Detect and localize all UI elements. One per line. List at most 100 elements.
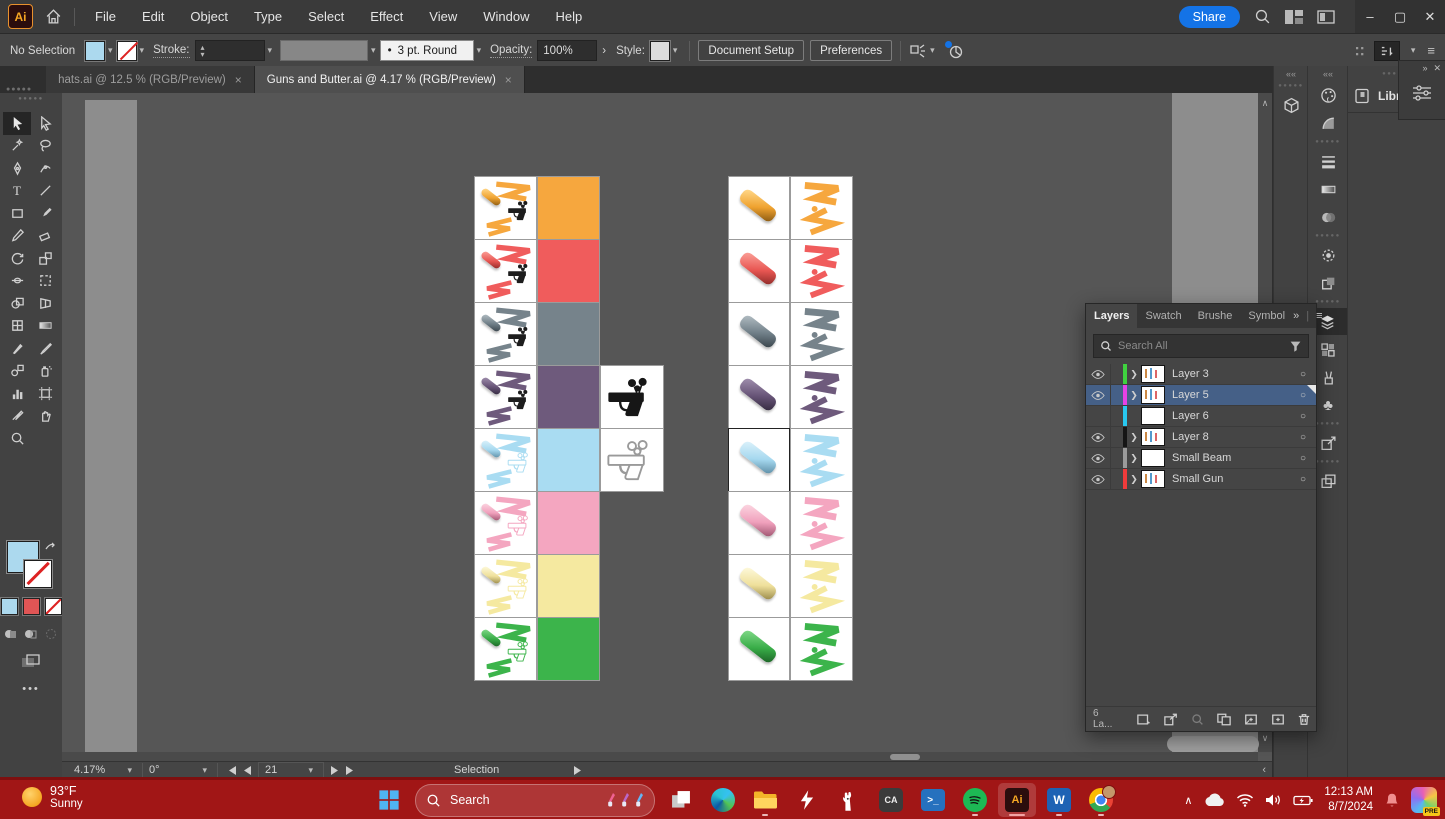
butter-stick[interactable]: [738, 313, 779, 349]
zoom-tool[interactable]: [3, 427, 31, 450]
style-swatch[interactable]: [650, 41, 670, 61]
free-transform-tool[interactable]: [31, 270, 59, 293]
panel-tab-brushe[interactable]: Brushe: [1190, 304, 1241, 328]
rectangle-tool[interactable]: [3, 202, 31, 225]
magic-wand-tool[interactable]: [3, 135, 31, 158]
taskbar-app-llama[interactable]: [830, 783, 868, 817]
copilot-icon[interactable]: PRE: [1411, 787, 1437, 813]
width-profile-dropdown[interactable]: [280, 40, 368, 61]
layer-name[interactable]: Layer 8: [1172, 431, 1290, 443]
menu-help[interactable]: Help: [555, 9, 582, 24]
taskbar-clock[interactable]: 12:13 AM8/7/2024: [1324, 785, 1373, 815]
brush-definition-dropdown[interactable]: • 3 pt. Round: [380, 40, 474, 61]
taskbar-app-dark-app[interactable]: CA: [872, 783, 910, 817]
lock-toggle[interactable]: [1110, 469, 1123, 489]
width-tool[interactable]: [3, 270, 31, 293]
artboard-cell-art-light-blue[interactable]: [474, 428, 537, 492]
taskbar-app-task-view[interactable]: [662, 783, 700, 817]
properties-icon[interactable]: [1399, 76, 1445, 102]
dock-stroke[interactable]: [1308, 148, 1348, 175]
artboard-cell-art-pale-yellow[interactable]: [474, 554, 537, 618]
layer-name[interactable]: Small Gun: [1172, 473, 1290, 485]
opacity-more-icon[interactable]: ›: [602, 45, 606, 57]
zigzag-cell-pale-yellow[interactable]: [790, 554, 853, 618]
lock-toggle[interactable]: [1110, 385, 1123, 405]
stroke-weight-field[interactable]: ▴▾: [195, 40, 265, 61]
close-tab-icon[interactable]: ×: [505, 73, 512, 87]
zigzag-cell-light-blue[interactable]: [790, 428, 853, 492]
pasteboard-object[interactable]: [85, 100, 137, 752]
canvas[interactable]: [62, 93, 1258, 752]
artboard-tool[interactable]: [31, 382, 59, 405]
document-tab-1[interactable]: Guns and Butter.ai @ 4.17 % (RGB/Preview…: [255, 66, 525, 93]
artboard-cell-swatch-light-blue[interactable]: [537, 428, 600, 492]
layer-row-layer-3[interactable]: ❯Layer 3○: [1086, 364, 1316, 385]
collapse-dock-icon[interactable]: ««: [1308, 66, 1348, 82]
panel-menu-icon[interactable]: ≡: [1316, 310, 1322, 322]
document-setup-button[interactable]: Document Setup: [698, 40, 804, 61]
butter-stick[interactable]: [738, 502, 779, 538]
battery-icon[interactable]: [1293, 794, 1313, 807]
wifi-icon[interactable]: [1236, 793, 1254, 807]
artboard-cell-swatch-pink[interactable]: [537, 491, 600, 555]
tray-onedrive[interactable]: [1203, 793, 1225, 807]
status-collapse-icon[interactable]: ‹: [1262, 764, 1266, 776]
taskbar-app-edge[interactable]: [704, 783, 742, 817]
butter-stick[interactable]: [738, 376, 779, 412]
layer-row-small-beam[interactable]: ❯Small Beam○: [1086, 448, 1316, 469]
selection-tool[interactable]: [3, 112, 31, 135]
butter-cell-light-blue[interactable]: [728, 428, 790, 492]
select-similar-icon[interactable]: [909, 43, 927, 59]
tray-bell[interactable]: [1384, 792, 1400, 809]
column-graph-tool[interactable]: [3, 382, 31, 405]
filter-icon[interactable]: [1289, 340, 1302, 353]
last-artboard-icon[interactable]: [346, 766, 356, 775]
notification-bell-icon[interactable]: [1384, 792, 1400, 809]
close-button[interactable]: ✕: [1415, 0, 1445, 33]
butter-cell-pink[interactable]: [728, 491, 790, 555]
artboard-cell-gun-light-blue[interactable]: [600, 428, 664, 492]
collapse-icon[interactable]: »: [1422, 63, 1427, 74]
menu-select[interactable]: Select: [308, 9, 344, 24]
draw-normal-icon[interactable]: [4, 628, 18, 641]
rotate-tool[interactable]: [3, 247, 31, 270]
layer-thumbnail[interactable]: [1141, 428, 1165, 446]
tray-chevron-up-icon[interactable]: ∧: [1184, 794, 1192, 807]
recolor-artwork-icon[interactable]: [947, 43, 965, 59]
tray-battery[interactable]: [1293, 794, 1313, 807]
zigzag-cell-pink[interactable]: [790, 491, 853, 555]
dock-graphic-styles[interactable]: [1308, 270, 1348, 297]
pen-tool[interactable]: [3, 157, 31, 180]
pencil-tool[interactable]: [3, 225, 31, 248]
expand-layer-icon[interactable]: ❯: [1127, 474, 1141, 485]
layer-row-small-gun[interactable]: ❯Small Gun○: [1086, 469, 1316, 490]
taskbar-app-chrome[interactable]: [1082, 783, 1120, 817]
artboard-cell-art-coral[interactable]: [474, 239, 537, 303]
artboard-cell-art-pink[interactable]: [474, 491, 537, 555]
stroke-color-swatch[interactable]: [117, 41, 137, 61]
lock-toggle[interactable]: [1110, 427, 1123, 447]
taskbar-app-illustrator[interactable]: Ai: [998, 783, 1036, 817]
layer-thumbnail[interactable]: [1141, 407, 1165, 425]
slice-tool[interactable]: [3, 405, 31, 428]
menu-effect[interactable]: Effect: [370, 9, 403, 24]
chevron-down-icon[interactable]: ▾: [268, 45, 273, 56]
menu-window[interactable]: Window: [483, 9, 529, 24]
collect-for-export-icon[interactable]: [1137, 713, 1151, 726]
visibility-eye-icon[interactable]: [1091, 433, 1105, 442]
butter-stick[interactable]: [738, 439, 779, 475]
swap-fill-stroke-icon[interactable]: [44, 541, 56, 551]
artboard-cell-art-purple[interactable]: [474, 365, 537, 429]
visibility-eye-icon[interactable]: [1091, 391, 1105, 400]
butter-stick[interactable]: [738, 565, 779, 601]
butter-stick[interactable]: [738, 250, 779, 286]
menu-edit[interactable]: Edit: [142, 9, 164, 24]
preferences-button[interactable]: Preferences: [810, 40, 892, 61]
scroll-up-icon[interactable]: ∧: [1258, 93, 1272, 109]
apps-grid-icon[interactable]: ▪▪▪▪: [1355, 45, 1365, 57]
taskbar-app-powershell[interactable]: >_: [914, 783, 952, 817]
share-button[interactable]: Share: [1179, 6, 1240, 28]
chevron-down-icon[interactable]: ▾: [371, 45, 376, 56]
butter-cell-purple[interactable]: [728, 365, 790, 429]
document-tab-0[interactable]: hats.ai @ 12.5 % (RGB/Preview)×: [46, 66, 255, 93]
